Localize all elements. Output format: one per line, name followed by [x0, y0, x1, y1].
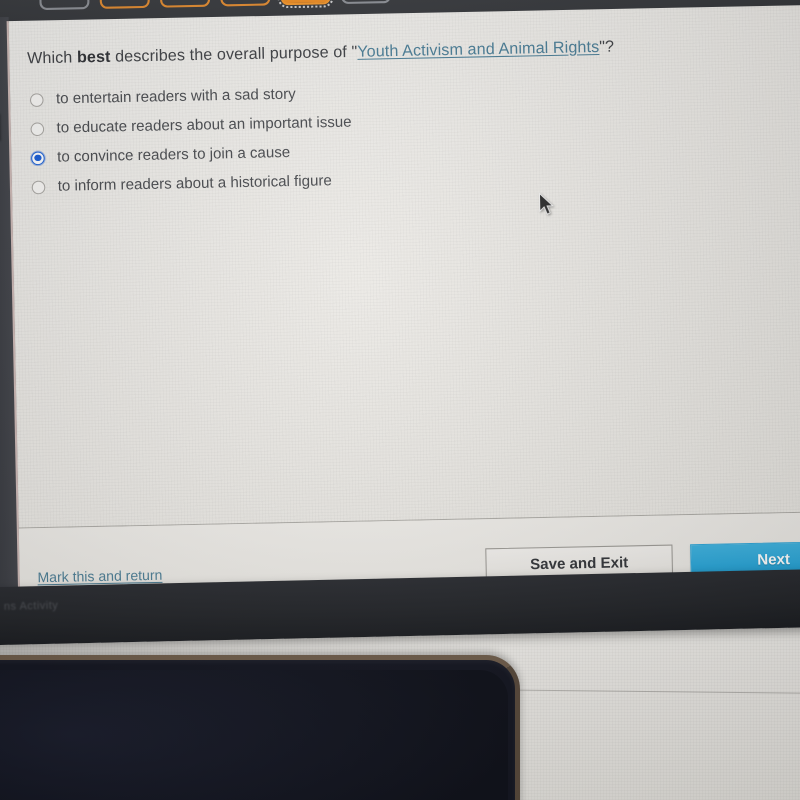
radio-button-icon[interactable]: [30, 121, 45, 136]
question-middle: describes the overall purpose of ": [110, 43, 358, 66]
answer-option-3-selected[interactable]: to convince readers to join a cause: [31, 143, 352, 166]
radio-button-icon[interactable]: [31, 180, 46, 194]
quiz-content-panel: Which best describes the overall purpose…: [6, 4, 800, 621]
browser-tab-2[interactable]: [99, 0, 150, 9]
answer-option-label: to entertain readers with a sad story: [55, 86, 296, 108]
radio-button-icon[interactable]: [29, 92, 44, 107]
answer-options-list: to entertain readers with a sad story to…: [29, 85, 353, 195]
photo-of-monitor-scene: Which best describes the overall purpose…: [0, 0, 800, 800]
passage-link[interactable]: Youth Activism and Animal Rights: [357, 38, 599, 61]
answer-option-2[interactable]: to educate readers about an important is…: [30, 114, 352, 137]
question-text: Which best describes the overall purpose…: [27, 38, 614, 69]
question-suffix: "?: [599, 38, 615, 57]
monitor-screen: Which best describes the overall purpose…: [0, 0, 800, 621]
answer-option-label: to educate readers about an important is…: [56, 114, 352, 137]
answer-option-label: to convince readers to join a cause: [57, 144, 291, 166]
browser-tab-1[interactable]: [39, 0, 90, 11]
browser-tab-4[interactable]: [220, 0, 271, 7]
answer-option-1[interactable]: to entertain readers with a sad story: [29, 85, 351, 108]
mark-this-and-return-link[interactable]: Mark this and return: [37, 567, 162, 585]
browser-tab-3[interactable]: [159, 0, 211, 8]
radio-button-selected-icon[interactable]: [31, 150, 45, 165]
answer-option-label: to inform readers about a historical fig…: [57, 172, 332, 195]
question-emphasis: best: [76, 48, 111, 67]
taskbar-faint-label: ns Activity: [3, 599, 59, 613]
phone-screen: [0, 670, 508, 800]
phone-device-on-desk: [0, 655, 520, 800]
answer-option-4[interactable]: to inform readers about a historical fig…: [31, 172, 353, 195]
question-prefix: Which: [26, 48, 78, 68]
